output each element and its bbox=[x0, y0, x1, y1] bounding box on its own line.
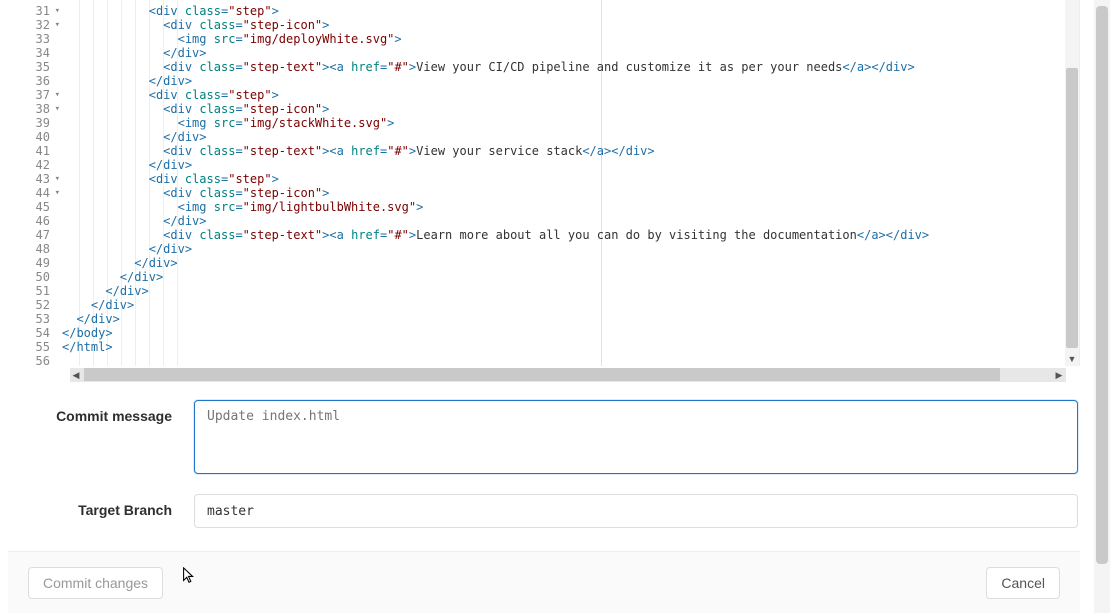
commit-message-label: Commit message bbox=[8, 400, 194, 424]
editor-vscroll[interactable]: ▼ bbox=[1065, 0, 1079, 366]
gutter-line: 55 bbox=[8, 340, 58, 354]
gutter-line: 35 bbox=[8, 60, 58, 74]
gutter-line: 40 bbox=[8, 130, 58, 144]
code-line[interactable]: </div> bbox=[62, 312, 1079, 326]
code-line[interactable]: </body> bbox=[62, 326, 1079, 340]
code-line[interactable]: </div> bbox=[62, 242, 1079, 256]
scroll-down-icon[interactable]: ▼ bbox=[1065, 352, 1079, 366]
gutter-line: 56 bbox=[8, 354, 58, 366]
gutter-line: 41 bbox=[8, 144, 58, 158]
code-line[interactable]: <img src="img/deployWhite.svg"> bbox=[62, 32, 1079, 46]
cancel-button[interactable]: Cancel bbox=[986, 567, 1060, 599]
code-line[interactable]: <div class="step-icon"> bbox=[62, 102, 1079, 116]
code-line[interactable]: <div class="step-icon"> bbox=[62, 186, 1079, 200]
fold-arrow-icon[interactable]: ▾ bbox=[55, 18, 60, 32]
gutter-line: 42 bbox=[8, 158, 58, 172]
code-line[interactable]: <div class="step-icon"> bbox=[62, 18, 1079, 32]
editor-content[interactable]: <div class="step"> <div class="step-icon… bbox=[62, 0, 1079, 354]
code-line[interactable]: <div class="step"> bbox=[62, 172, 1079, 186]
target-branch-input[interactable] bbox=[194, 494, 1078, 528]
gutter-line: 49 bbox=[8, 256, 58, 270]
commit-message-input[interactable] bbox=[194, 400, 1078, 474]
code-line[interactable]: <div class="step-text"><a href="#">Learn… bbox=[62, 228, 1079, 242]
editor-hscroll-thumb[interactable] bbox=[84, 368, 1000, 381]
gutter-line: 51 bbox=[8, 284, 58, 298]
main-area: 31▾32▾3334353637▾38▾3940414243▾44▾454647… bbox=[8, 0, 1080, 613]
gutter-line: 37▾ bbox=[8, 88, 58, 102]
code-line[interactable]: </div> bbox=[62, 270, 1079, 284]
footer-bar: Commit changes Cancel bbox=[8, 551, 1080, 613]
code-line[interactable]: </div> bbox=[62, 74, 1079, 88]
gutter-line: 54 bbox=[8, 326, 58, 340]
code-editor[interactable]: 31▾32▾3334353637▾38▾3940414243▾44▾454647… bbox=[8, 0, 1080, 366]
page-vscroll[interactable] bbox=[1094, 0, 1110, 613]
gutter-line: 33 bbox=[8, 32, 58, 46]
gutter-line: 36 bbox=[8, 74, 58, 88]
commit-form: Commit message Target Branch bbox=[8, 390, 1080, 548]
gutter-line: 39 bbox=[8, 116, 58, 130]
gutter-line: 44▾ bbox=[8, 186, 58, 200]
code-line[interactable]: <div class="step-text"><a href="#">View … bbox=[62, 144, 1079, 158]
gutter-line: 43▾ bbox=[8, 172, 58, 186]
gutter-line: 50 bbox=[8, 270, 58, 284]
target-branch-label: Target Branch bbox=[8, 494, 194, 518]
fold-arrow-icon[interactable]: ▾ bbox=[55, 102, 60, 116]
code-line[interactable]: <img src="img/stackWhite.svg"> bbox=[62, 116, 1079, 130]
gutter-line: 48 bbox=[8, 242, 58, 256]
scroll-right-icon[interactable]: ▶ bbox=[1052, 368, 1066, 382]
gutter-line: 38▾ bbox=[8, 102, 58, 116]
code-line[interactable]: </div> bbox=[62, 130, 1079, 144]
gutter-line: 47 bbox=[8, 228, 58, 242]
code-line[interactable]: <div class="step-text"><a href="#">View … bbox=[62, 60, 1079, 74]
code-line[interactable]: </div> bbox=[62, 158, 1079, 172]
fold-arrow-icon[interactable]: ▾ bbox=[55, 4, 60, 18]
commit-changes-button[interactable]: Commit changes bbox=[28, 567, 163, 599]
fold-arrow-icon[interactable]: ▾ bbox=[55, 172, 60, 186]
editor-gutter: 31▾32▾3334353637▾38▾3940414243▾44▾454647… bbox=[8, 0, 58, 366]
code-line[interactable]: </div> bbox=[62, 256, 1079, 270]
gutter-line: 52 bbox=[8, 298, 58, 312]
code-line[interactable]: </div> bbox=[62, 46, 1079, 60]
code-line[interactable]: </html> bbox=[62, 340, 1079, 354]
editor-vscroll-thumb[interactable] bbox=[1066, 68, 1078, 348]
code-line[interactable]: </div> bbox=[62, 284, 1079, 298]
gutter-line: 32▾ bbox=[8, 18, 58, 32]
gutter-line: 34 bbox=[8, 46, 58, 60]
code-line[interactable]: <div class="step"> bbox=[62, 4, 1079, 18]
code-line[interactable]: <img src="img/lightbulbWhite.svg"> bbox=[62, 200, 1079, 214]
gutter-line: 46 bbox=[8, 214, 58, 228]
gutter-line: 53 bbox=[8, 312, 58, 326]
gutter-line: 45 bbox=[8, 200, 58, 214]
gutter-line: 31▾ bbox=[8, 4, 58, 18]
fold-arrow-icon[interactable]: ▾ bbox=[55, 186, 60, 200]
code-line[interactable]: <div class="step"> bbox=[62, 88, 1079, 102]
fold-arrow-icon[interactable]: ▾ bbox=[55, 88, 60, 102]
page-vscroll-thumb[interactable] bbox=[1096, 6, 1108, 564]
scroll-left-icon[interactable]: ◀ bbox=[69, 368, 83, 382]
code-line[interactable]: </div> bbox=[62, 298, 1079, 312]
code-line[interactable]: </div> bbox=[62, 214, 1079, 228]
